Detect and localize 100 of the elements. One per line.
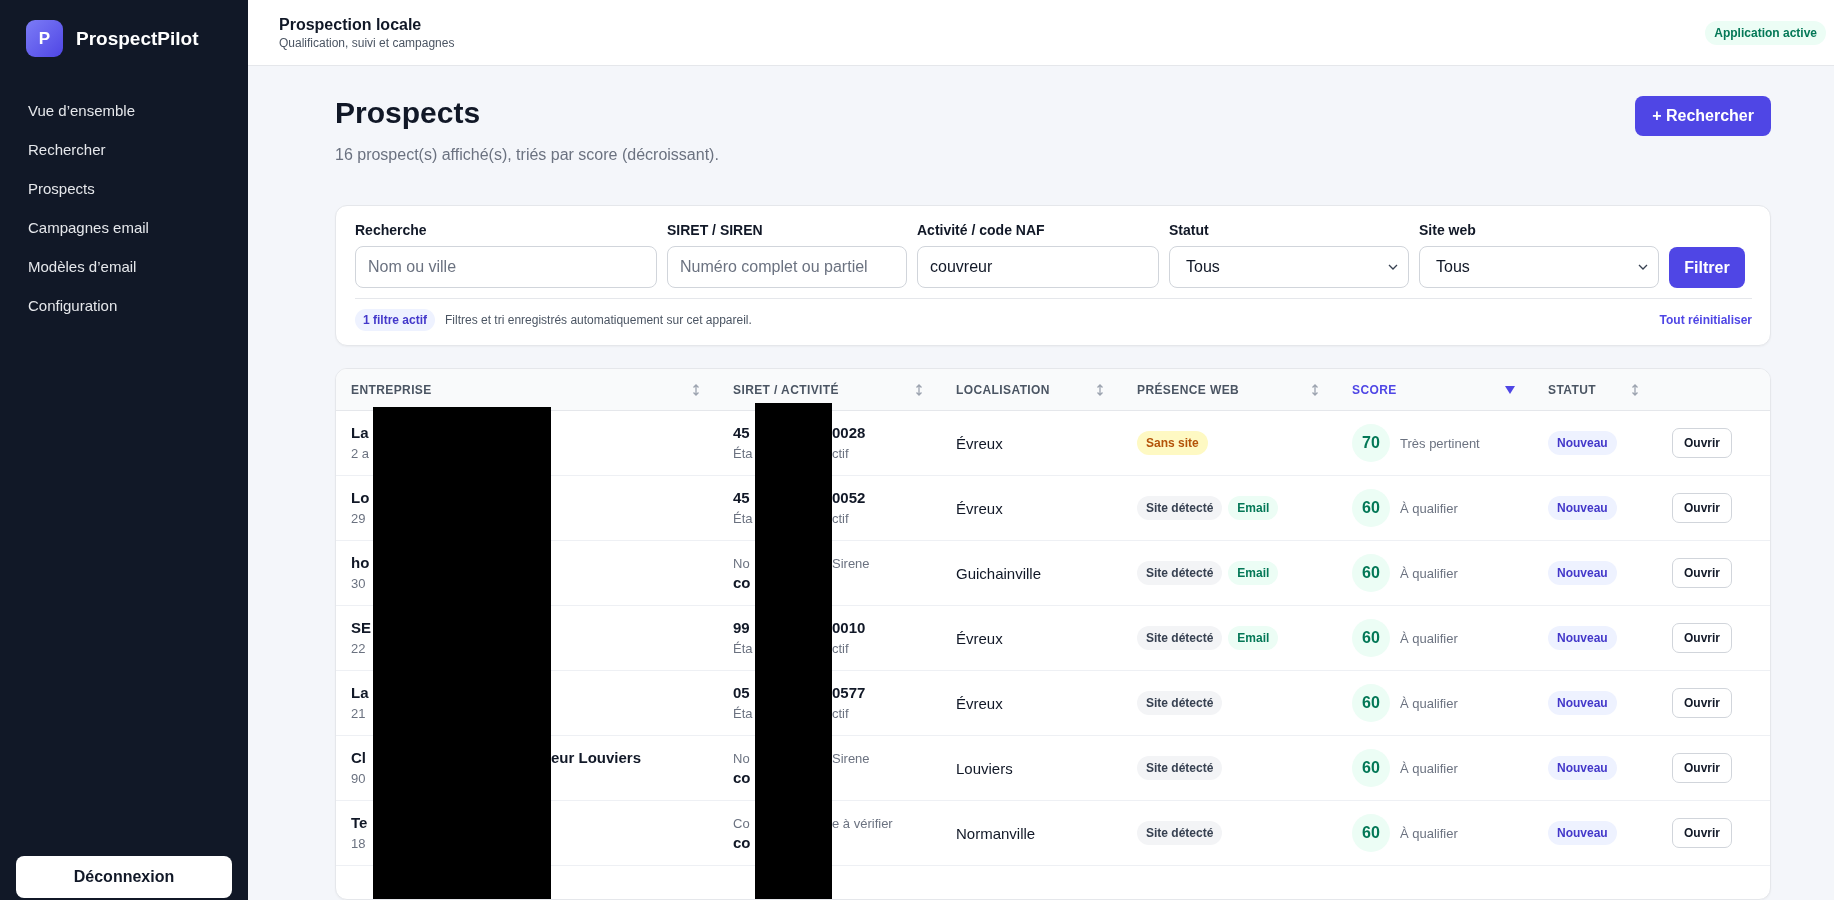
- open-button[interactable]: Ouvrir: [1672, 428, 1732, 458]
- activity-text: co: [733, 574, 751, 591]
- logo-icon: P: [26, 20, 63, 57]
- header-subtitle: Qualification, suivi et campagnes: [279, 35, 455, 50]
- filter-note: Filtres et tri enregistrés automatiquement sur cet appareil.: [445, 313, 752, 327]
- siret-note: Co: [733, 816, 750, 831]
- location-text: Évreux: [956, 434, 1004, 452]
- company-name: Cl: [351, 749, 366, 766]
- establishment-status: ctif: [832, 446, 849, 461]
- siret-note: e à vérifier: [832, 816, 893, 831]
- web-presence-tag: Site détecté: [1137, 691, 1223, 715]
- siret-number: 0052: [832, 489, 866, 506]
- siret-note: Sirene: [832, 556, 870, 571]
- score-badge: 60: [1352, 554, 1390, 592]
- score-label: À qualifier: [1400, 500, 1458, 516]
- chevron-down-icon: [1388, 264, 1398, 270]
- status-tag: Nouveau: [1548, 496, 1617, 520]
- score-label: À qualifier: [1400, 825, 1458, 841]
- status-tag: Nouveau: [1548, 431, 1617, 455]
- siret-note: No: [733, 556, 750, 571]
- nav-item[interactable]: Rechercher: [16, 132, 232, 167]
- sort-icon: [1311, 383, 1319, 396]
- web-presence-tag: Email: [1228, 626, 1279, 650]
- web-presence-tag: Email: [1228, 561, 1279, 585]
- siret-number: 99: [733, 619, 750, 636]
- location-text: Louviers: [956, 759, 1014, 777]
- nav-item[interactable]: Modèles d’email: [16, 249, 232, 284]
- select-field[interactable]: Tous: [1169, 246, 1409, 288]
- open-button[interactable]: Ouvrir: [1672, 623, 1732, 653]
- company-address: 22: [351, 641, 366, 656]
- web-presence-tag: Site détecté: [1137, 626, 1223, 650]
- reset-link[interactable]: Tout réinitialiser: [1659, 313, 1752, 327]
- web-presence-tag: Site détecté: [1137, 756, 1223, 780]
- status-tag: Nouveau: [1548, 561, 1617, 585]
- company-address: 29: [351, 511, 366, 526]
- establishment-status: Éta: [733, 446, 753, 461]
- column-header[interactable]: SCORE: [1352, 382, 1397, 397]
- score-badge: 60: [1352, 814, 1390, 852]
- web-presence-tag: Site détecté: [1137, 496, 1223, 520]
- score-label: À qualifier: [1400, 630, 1458, 646]
- nav-item[interactable]: Configuration: [16, 288, 232, 323]
- web-presence-tag: Email: [1228, 496, 1279, 520]
- logout-button[interactable]: Déconnexion: [16, 856, 232, 898]
- score-badge: 60: [1352, 619, 1390, 657]
- open-button[interactable]: Ouvrir: [1672, 818, 1732, 848]
- establishment-status: ctif: [832, 641, 849, 656]
- open-button[interactable]: Ouvrir: [1672, 558, 1732, 588]
- siret-number: 45: [733, 489, 750, 506]
- company-name: La: [351, 684, 369, 701]
- column-header[interactable]: STATUT: [1548, 382, 1596, 397]
- company-name: ho: [351, 554, 370, 571]
- open-button[interactable]: Ouvrir: [1672, 688, 1732, 718]
- status-badge: Application active: [1705, 20, 1826, 45]
- company-address: 90: [351, 771, 366, 786]
- field-label: Statut: [1169, 222, 1210, 238]
- status-tag: Nouveau: [1548, 756, 1617, 780]
- siret-number: 45: [733, 424, 750, 441]
- nav-item[interactable]: Vue d’ensemble: [16, 93, 232, 128]
- web-presence-tag: Site détecté: [1137, 561, 1223, 585]
- results-summary: 16 prospect(s) affiché(s), triés par score (décroissant).: [335, 146, 719, 164]
- input-field[interactable]: Nom ou ville: [355, 246, 657, 288]
- company-address: 18: [351, 836, 366, 851]
- siret-note: No: [733, 751, 750, 766]
- establishment-status: Éta: [733, 706, 753, 721]
- company-name: La: [351, 424, 369, 441]
- sort-icon: [1631, 383, 1639, 396]
- app-name: ProspectPilot: [76, 27, 199, 50]
- nav-item[interactable]: Campagnes email: [16, 210, 232, 245]
- column-header[interactable]: ENTREPRISE: [351, 382, 432, 397]
- input-field[interactable]: Numéro complet ou partiel: [667, 246, 907, 288]
- select-field[interactable]: Tous: [1419, 246, 1659, 288]
- location-text: Évreux: [956, 629, 1004, 647]
- column-header[interactable]: LOCALISATION: [956, 382, 1050, 397]
- company-name: Te: [351, 814, 368, 831]
- web-presence-tag: Site détecté: [1137, 821, 1223, 845]
- column-header[interactable]: SIRET / ACTIVITÉ: [733, 382, 839, 397]
- siret-number: 05: [733, 684, 750, 701]
- field-label: SIRET / SIREN: [667, 222, 764, 238]
- score-label: À qualifier: [1400, 565, 1458, 581]
- score-label: À qualifier: [1400, 695, 1458, 711]
- filter-button[interactable]: Filtrer: [1669, 247, 1745, 288]
- sort-icon: [915, 383, 923, 396]
- open-button[interactable]: Ouvrir: [1672, 493, 1732, 523]
- location-text: Évreux: [956, 499, 1004, 517]
- input-field[interactable]: couvreur: [917, 246, 1159, 288]
- establishment-status: ctif: [832, 706, 849, 721]
- nav-item[interactable]: Prospects: [16, 171, 232, 206]
- status-tag: Nouveau: [1548, 626, 1617, 650]
- score-label: Très pertinent: [1400, 435, 1480, 451]
- location-text: Normanville: [956, 824, 1037, 842]
- column-header[interactable]: PRÉSENCE WEB: [1137, 382, 1240, 397]
- web-presence-tag: Sans site: [1137, 431, 1208, 455]
- activity-text: co: [733, 769, 751, 786]
- open-button[interactable]: Ouvrir: [1672, 753, 1732, 783]
- siret-number: 0577: [832, 684, 866, 701]
- score-label: À qualifier: [1400, 760, 1458, 776]
- siret-note: Sirene: [832, 751, 870, 766]
- search-button[interactable]: + Rechercher: [1635, 96, 1771, 136]
- establishment-status: ctif: [832, 511, 849, 526]
- siret-number: 0028: [832, 424, 866, 441]
